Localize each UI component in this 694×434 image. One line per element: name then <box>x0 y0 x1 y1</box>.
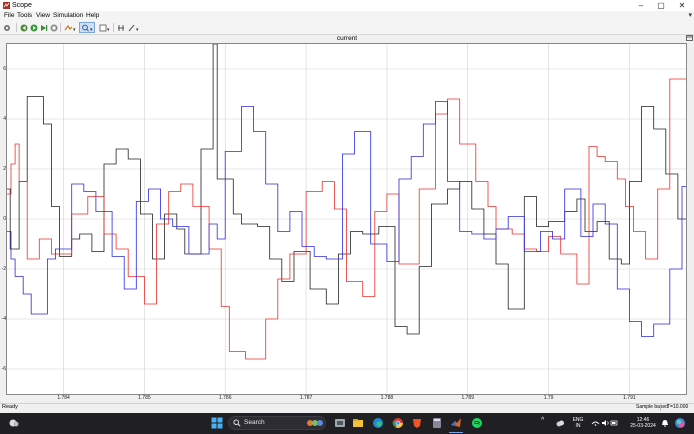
highlight-icon[interactable]: ▾ <box>63 22 77 33</box>
search-highlight-icon <box>307 420 323 426</box>
step-back-icon[interactable] <box>19 22 29 33</box>
svg-text:▾: ▾ <box>107 27 110 32</box>
status-sample-mode: Sample based <box>636 404 668 410</box>
calculator-icon[interactable] <box>431 417 443 429</box>
maximize-button[interactable]: ▢ <box>651 0 671 11</box>
cursor-measure-icon[interactable] <box>116 22 126 33</box>
tray-overflow-chevron-icon[interactable]: ^ <box>541 417 544 424</box>
status-sim-time: T=10.000 <box>667 404 689 410</box>
undock-icon[interactable] <box>686 35 693 41</box>
minimize-button[interactable]: – <box>631 0 651 11</box>
y-tick-label: -4 <box>1 316 6 322</box>
chrome-browser-icon[interactable] <box>392 417 404 429</box>
step-forward-icon[interactable] <box>39 22 49 33</box>
copilot-icon[interactable] <box>674 417 686 429</box>
chevron-down-icon[interactable]: ▾ <box>688 11 692 20</box>
taskbar <box>0 413 694 434</box>
close-button[interactable]: ✕ <box>672 0 692 11</box>
plot-title: current <box>336 35 358 42</box>
matlab-icon[interactable] <box>450 417 462 429</box>
network-volume-battery-icons[interactable] <box>591 418 619 428</box>
windows-start-icon[interactable] <box>211 417 223 429</box>
menu-view[interactable]: View <box>34 12 52 20</box>
x-tick-label: 1.787 <box>299 395 313 401</box>
x-tick-label: 1.788 <box>380 395 394 401</box>
notification-bell-icon[interactable] <box>661 419 669 427</box>
spotify-icon[interactable] <box>471 417 483 429</box>
window-titlebar <box>0 0 694 11</box>
y-tick-label: 6 <box>3 66 6 72</box>
run-icon[interactable] <box>29 22 39 33</box>
toolbar-separator <box>60 23 61 32</box>
menu-simulation[interactable]: Simulation <box>51 12 85 20</box>
menu-help[interactable]: Help <box>84 12 101 20</box>
x-tick-label: 1.786 <box>218 395 232 401</box>
status-bar <box>0 403 694 413</box>
x-tick-label: 1.784 <box>57 395 70 401</box>
x-tick-label: 1.791 <box>623 395 636 401</box>
fit-to-view-icon[interactable]: ▾ <box>98 22 111 33</box>
taskbar-search-label: Search <box>244 419 265 426</box>
stop-icon[interactable] <box>49 22 59 33</box>
status-divider <box>660 404 661 411</box>
file-explorer-icon[interactable] <box>352 417 364 429</box>
y-tick-label: -6 <box>1 366 6 372</box>
toolbar-separator <box>16 23 17 32</box>
cloud-weather-tray-icon[interactable] <box>555 418 565 428</box>
clock-date: 25-03-2024 <box>630 423 656 429</box>
x-tick-label: 1.79 <box>543 395 554 401</box>
x-tick-label: 1.785 <box>138 395 151 401</box>
task-view-icon[interactable] <box>334 417 346 429</box>
keyboard-layout-indicator: IN <box>575 423 581 429</box>
svg-text:▾: ▾ <box>90 27 93 32</box>
series-line-1 <box>7 44 686 335</box>
svg-text:▾: ▾ <box>73 27 76 32</box>
active-app-indicator <box>449 432 463 433</box>
brave-browser-icon[interactable] <box>411 417 423 429</box>
menu-tools[interactable]: Tools <box>15 12 34 20</box>
status-text: Ready <box>2 404 18 410</box>
style-icon[interactable]: ▾ <box>127 22 140 33</box>
y-tick-label: 0 <box>3 216 6 222</box>
y-tick-label: 4 <box>3 116 6 122</box>
edge-browser-icon[interactable] <box>372 417 384 429</box>
x-tick-label: 1.789 <box>461 395 474 401</box>
weather-icon[interactable] <box>8 417 20 429</box>
toolbar-separator <box>113 23 114 32</box>
zoom-icon[interactable]: ▾ <box>79 22 95 33</box>
menu-bar <box>0 11 694 21</box>
y-tick-label: 2 <box>3 166 6 172</box>
scope-app-icon <box>3 2 10 9</box>
search-icon <box>233 419 241 427</box>
scope-plot <box>7 44 686 394</box>
window-title: Scope <box>12 2 32 9</box>
y-tick-label: -2 <box>1 266 6 272</box>
settings-icon[interactable] <box>2 22 12 33</box>
svg-text:▾: ▾ <box>136 27 139 32</box>
